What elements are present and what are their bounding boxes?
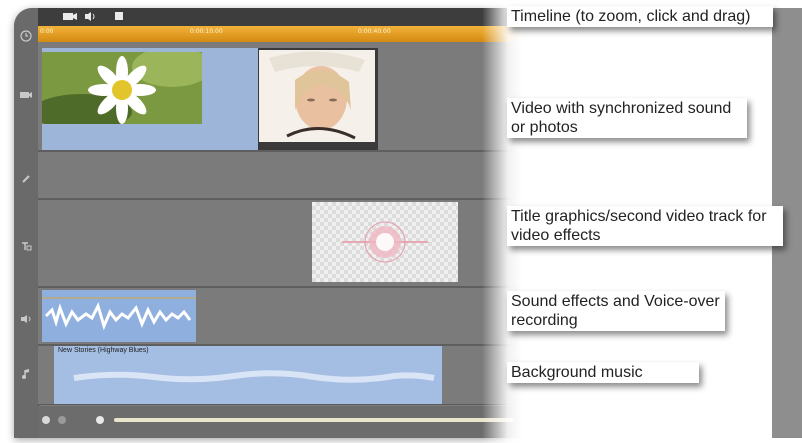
pencil-icon[interactable] bbox=[18, 174, 34, 188]
clock-icon[interactable] bbox=[18, 30, 34, 44]
portrait-photo-clip[interactable] bbox=[258, 48, 378, 150]
title-icon[interactable] bbox=[18, 240, 34, 254]
timeline-callout: Timeline (to zoom, click and drag) bbox=[507, 6, 773, 27]
film-icon[interactable] bbox=[114, 11, 124, 23]
ruler-tick-label: 0:00 bbox=[40, 28, 54, 35]
sound-effect-waveform bbox=[42, 297, 196, 331]
speaker-icon[interactable] bbox=[84, 11, 96, 23]
ruler-tick-label: 0:00:40.00 bbox=[358, 28, 391, 35]
speaker-icon[interactable] bbox=[18, 314, 34, 328]
daisy-photo-thumbnail bbox=[42, 52, 202, 124]
title-graphic-thumbnail bbox=[342, 221, 428, 263]
ruler-tick-label: 0:00:10.00 bbox=[190, 28, 223, 35]
video-track-icon[interactable] bbox=[62, 11, 78, 23]
sound-effect-clip[interactable] bbox=[42, 290, 196, 342]
music-waveform bbox=[73, 370, 435, 383]
screenshot-stage: 0:00 0:00:10.00 0:00:40.00 New Stories (… bbox=[0, 0, 802, 443]
sound-track-callout: Sound effects and Voice-over recording bbox=[507, 291, 725, 331]
zoom-reset-icon[interactable] bbox=[58, 416, 66, 424]
portrait-photo-thumbnail bbox=[259, 50, 375, 142]
track-header-sidebar bbox=[14, 8, 39, 438]
music-clip-label: New Stories (Highway Blues) bbox=[58, 347, 149, 354]
video-clip[interactable] bbox=[42, 48, 258, 150]
video-callout: Video with synchronized sound or photos bbox=[507, 98, 747, 138]
scrollbar-thumb[interactable] bbox=[114, 418, 514, 422]
title-graphic-clip[interactable] bbox=[312, 202, 458, 282]
music-note-icon[interactable] bbox=[18, 368, 34, 382]
zoom-out-icon[interactable] bbox=[42, 416, 50, 424]
title-track-callout: Title graphics/second video track for vi… bbox=[507, 206, 783, 246]
camera-icon[interactable] bbox=[18, 90, 34, 104]
scroll-left-icon[interactable] bbox=[96, 416, 104, 424]
music-track-callout: Background music bbox=[507, 362, 699, 383]
music-clip[interactable]: New Stories (Highway Blues) bbox=[54, 346, 442, 404]
